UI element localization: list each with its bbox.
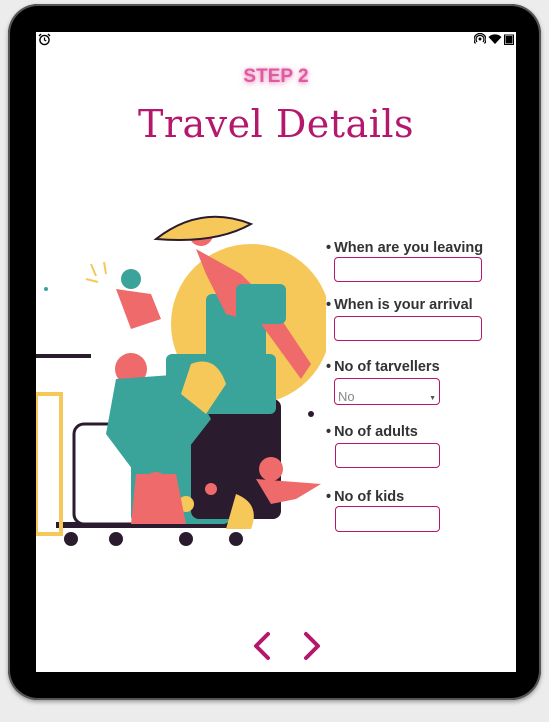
dropdown-arrow-icon: ▼: [429, 395, 436, 402]
kids-label: • No of kids: [326, 489, 405, 505]
step-indicator: STEP 2: [243, 66, 309, 87]
kids-input[interactable]: [335, 506, 440, 532]
arrival-date-input[interactable]: [334, 316, 482, 341]
previous-button[interactable]: [248, 630, 278, 662]
chevron-right-icon: [304, 632, 320, 660]
status-icons: [474, 33, 514, 45]
travellers-select[interactable]: No ▼: [334, 378, 440, 405]
screen: STEP 2 Travel Details • When are you lea…: [36, 32, 516, 672]
next-button[interactable]: [296, 630, 326, 662]
wifi-icon: [488, 34, 502, 44]
step-navigation: [36, 630, 516, 664]
adults-input[interactable]: [335, 443, 440, 468]
alarm-icon: [38, 33, 51, 51]
chevron-left-icon: [254, 632, 270, 660]
travel-illustration: [36, 215, 326, 546]
travellers-selected-value: No: [338, 389, 355, 404]
page-title: Travel Details: [137, 102, 415, 146]
arrival-label: • When is your arrival: [326, 297, 473, 313]
travellers-label: • No of tarvellers: [326, 359, 440, 375]
hotspot-icon: [474, 33, 486, 44]
status-bar: [36, 32, 516, 48]
tablet-frame: STEP 2 Travel Details • When are you lea…: [8, 4, 541, 700]
leaving-label: • When are you leaving: [326, 240, 484, 256]
battery-icon: [504, 34, 514, 45]
adults-label: • No of adults: [326, 424, 418, 440]
leaving-date-input[interactable]: [334, 257, 482, 282]
